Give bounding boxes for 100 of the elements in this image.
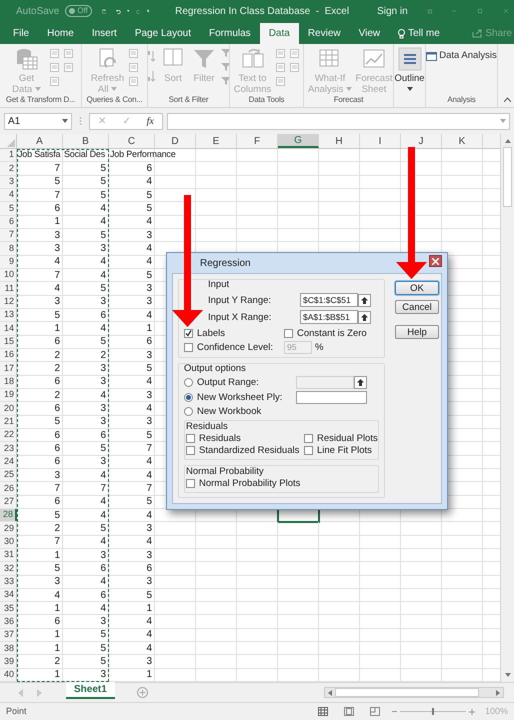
tell-me-search[interactable]: Tell me	[389, 23, 449, 44]
data-analysis-button[interactable]: Data Analysis	[426, 49, 497, 64]
insert-function-button[interactable]: fx	[146, 114, 154, 128]
row-header[interactable]: 28	[0, 508, 17, 522]
row-header[interactable]: 40	[0, 668, 17, 682]
row-header[interactable]: 5	[0, 202, 17, 215]
row-header[interactable]: 29	[0, 522, 17, 535]
row-header[interactable]: 31	[0, 548, 17, 562]
zoom-out-icon[interactable]	[392, 709, 397, 714]
row-header[interactable]: 6	[0, 216, 17, 228]
row-header[interactable]: 16	[0, 348, 17, 362]
scroll-thumb[interactable]	[503, 147, 512, 207]
row-header[interactable]: 4	[0, 188, 17, 202]
checkbox[interactable]	[304, 446, 313, 455]
column-header[interactable]: E	[196, 134, 237, 148]
row-header[interactable]: 2	[0, 162, 17, 175]
row-header[interactable]: 35	[0, 602, 17, 614]
range-field[interactable]	[296, 376, 354, 389]
close-icon[interactable]	[504, 6, 508, 16]
name-box[interactable]: A1	[4, 112, 72, 130]
radio-button[interactable]	[184, 393, 193, 402]
column-header[interactable]: D	[155, 134, 196, 148]
row-header[interactable]: 30	[0, 536, 17, 548]
checkbox[interactable]	[184, 329, 193, 338]
range-select-button[interactable]	[354, 376, 367, 389]
sheet-tab[interactable]: Sheet1	[66, 682, 115, 700]
row-header[interactable]: 12	[0, 296, 17, 308]
scroll-right-icon[interactable]	[494, 688, 502, 697]
row-header[interactable]: 38	[0, 642, 17, 654]
row-header[interactable]: 15	[0, 336, 17, 348]
zoom-in-icon[interactable]	[468, 708, 475, 715]
column-header[interactable]: K	[442, 134, 483, 148]
dialog-button[interactable]: Cancel	[395, 300, 439, 314]
row-header[interactable]: 22	[0, 428, 17, 442]
row-header[interactable]: 8	[0, 242, 17, 255]
ribbon-button[interactable]: Outline	[394, 44, 424, 94]
column-header[interactable]: A	[17, 134, 63, 148]
row-header[interactable]: 20	[0, 402, 17, 415]
radio-button[interactable]	[184, 407, 193, 416]
checkbox[interactable]	[186, 479, 195, 488]
row-header[interactable]: 24	[0, 456, 17, 468]
row-header[interactable]: 39	[0, 655, 17, 668]
range-field[interactable]: $A$1:$B$51	[300, 310, 358, 324]
range-field[interactable]: $C$1:$C$51	[300, 293, 358, 307]
scroll-down-icon[interactable]	[504, 671, 512, 680]
row-header[interactable]: 13	[0, 308, 17, 322]
row-header[interactable]: 34	[0, 588, 17, 602]
checkbox[interactable]	[304, 434, 313, 443]
add-sheet-icon[interactable]	[136, 687, 148, 698]
vertical-scrollbar[interactable]	[500, 134, 514, 682]
row-header[interactable]: 3	[0, 176, 17, 188]
checkbox[interactable]	[186, 434, 195, 443]
row-header[interactable]: 21	[0, 416, 17, 428]
page-layout-icon[interactable]	[344, 707, 354, 716]
row-header[interactable]: 37	[0, 628, 17, 642]
row-header[interactable]: 9	[0, 256, 17, 268]
row-header[interactable]: 10	[0, 268, 17, 282]
row-header[interactable]: 36	[0, 615, 17, 628]
dialog-button[interactable]: Help	[395, 325, 439, 339]
ribbon-tab[interactable]: Insert	[82, 23, 126, 44]
ribbon-tab[interactable]: Data	[260, 23, 299, 44]
ribbon-tab[interactable]: Home	[38, 23, 83, 44]
row-header[interactable]: 26	[0, 482, 17, 495]
collapse-icon[interactable]	[504, 97, 511, 102]
close-button[interactable]	[429, 255, 442, 267]
row-header[interactable]: 14	[0, 322, 17, 335]
maximize-icon[interactable]	[478, 6, 482, 16]
ribbon-tab[interactable]: Review	[298, 23, 350, 44]
row-header[interactable]: 1	[0, 149, 17, 162]
formula-field[interactable]	[167, 112, 510, 130]
radio-button[interactable]	[184, 378, 193, 387]
column-header[interactable]: I	[360, 134, 401, 148]
normal-view-icon[interactable]	[318, 707, 328, 716]
sign-in-link[interactable]: Sign in	[377, 4, 408, 18]
horizontal-scrollbar[interactable]	[324, 687, 504, 698]
row-header[interactable]: 23	[0, 442, 17, 455]
range-select-button[interactable]	[358, 310, 371, 324]
ribbon-tab[interactable]: Page Layout	[126, 23, 200, 44]
ribbon-tab[interactable]: View	[350, 23, 390, 44]
ribbon-tab[interactable]: File	[4, 23, 38, 44]
ribbon-tab[interactable]: Formulas	[200, 23, 260, 44]
row-header[interactable]: 7	[0, 228, 17, 242]
row-header[interactable]: 27	[0, 496, 17, 508]
scroll-up-icon[interactable]	[504, 137, 512, 145]
outline-icon[interactable]	[398, 47, 422, 71]
checkbox[interactable]	[284, 329, 293, 338]
column-header[interactable]: H	[319, 134, 360, 148]
row-header[interactable]: 11	[0, 282, 17, 295]
scroll-thumb[interactable]	[335, 688, 479, 698]
zoom-slider-thumb[interactable]	[432, 708, 434, 716]
customize-icon[interactable]	[146, 8, 150, 14]
checkbox[interactable]	[186, 446, 195, 455]
row-header[interactable]: 33	[0, 576, 17, 588]
checkbox[interactable]	[184, 343, 193, 352]
row-header[interactable]: 17	[0, 362, 17, 375]
column-header[interactable]: G	[278, 134, 319, 148]
sheet-name-field[interactable]	[296, 391, 367, 404]
range-select-button[interactable]	[358, 294, 371, 306]
row-header[interactable]: 19	[0, 388, 17, 402]
row-header[interactable]: 18	[0, 376, 17, 388]
